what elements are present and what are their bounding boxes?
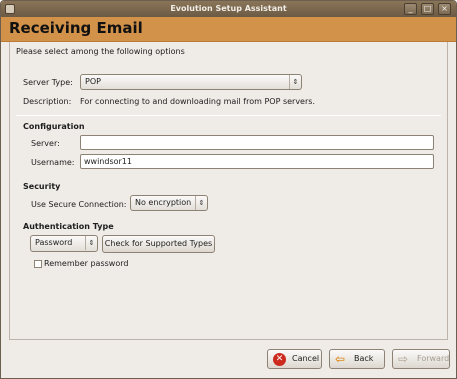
server-type-label: Server Type: — [23, 78, 73, 87]
arrow-left-icon: ⇦ — [335, 352, 346, 366]
username-input[interactable]: wwindsor11 — [80, 154, 434, 169]
window-menu-icon[interactable] — [5, 4, 15, 14]
content-panel: Please select among the following option… — [9, 42, 448, 340]
remember-password-label[interactable]: Remember password — [44, 259, 128, 268]
description-label: Description: — [23, 97, 72, 106]
check-supported-types-button[interactable]: Check for Supported Types — [102, 235, 215, 253]
window-title: Evolution Setup Assistant — [170, 4, 287, 13]
configuration-heading: Configuration — [23, 122, 85, 131]
auth-type-value: Password — [35, 238, 73, 247]
forward-button[interactable]: ⇨ Forward — [392, 349, 450, 369]
intro-text: Please select among the following option… — [16, 47, 185, 56]
cancel-icon: ✕ — [273, 353, 286, 366]
server-type-value: POP — [85, 77, 101, 86]
back-button[interactable]: ⇦ Back — [329, 349, 385, 369]
description-text: For connecting to and downloading mail f… — [80, 97, 315, 106]
security-heading: Security — [23, 182, 61, 191]
server-input[interactable] — [80, 135, 434, 150]
cancel-label: Cancel — [292, 354, 320, 363]
forward-label: Forward — [417, 354, 450, 363]
remember-password-checkbox[interactable] — [34, 260, 42, 268]
auth-type-select[interactable]: Password ⇕ — [30, 235, 98, 252]
title-bar[interactable]: Evolution Setup Assistant _ □ × — [1, 1, 456, 17]
secure-connection-select[interactable]: No encryption ⇕ — [130, 195, 208, 211]
setup-assistant-window: Evolution Setup Assistant _ □ × Receivin… — [0, 0, 457, 379]
cancel-button[interactable]: ✕ Cancel — [267, 349, 322, 369]
updown-arrow-icon: ⇕ — [195, 196, 207, 210]
server-type-select[interactable]: POP ⇕ — [80, 74, 302, 90]
separator — [16, 115, 441, 116]
maximize-button[interactable]: □ — [421, 3, 434, 15]
auth-type-heading: Authentication Type — [23, 222, 114, 231]
back-label: Back — [354, 354, 374, 363]
page-header: Receiving Email — [1, 17, 456, 42]
close-button[interactable]: × — [438, 3, 451, 15]
updown-arrow-icon: ⇕ — [85, 236, 97, 250]
secure-connection-label: Use Secure Connection: — [31, 200, 127, 209]
server-label: Server: — [31, 139, 60, 148]
secure-connection-value: No encryption — [135, 198, 192, 207]
arrow-right-icon: ⇨ — [398, 352, 409, 366]
page-title: Receiving Email — [9, 19, 143, 37]
minimize-button[interactable]: _ — [404, 3, 417, 15]
username-label: Username: — [31, 158, 75, 167]
updown-arrow-icon: ⇕ — [289, 75, 301, 89]
